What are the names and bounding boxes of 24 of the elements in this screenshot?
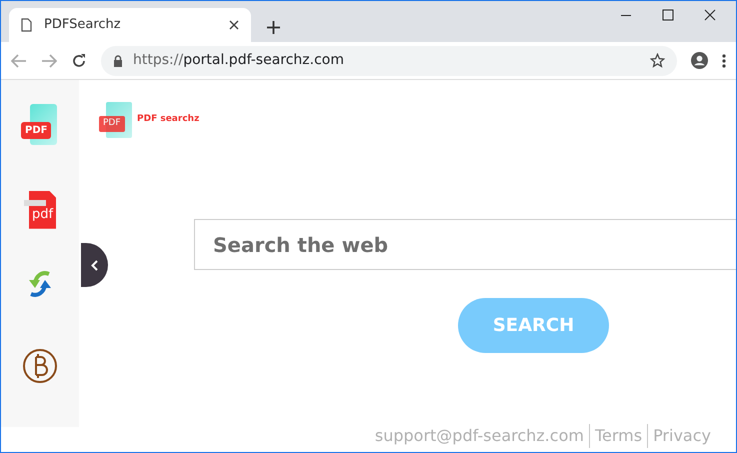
url-scheme: https:// [133,52,184,68]
site-logo[interactable]: PDF PDF searchz [99,102,736,138]
url-text: portal.pdf-searchz.com [183,52,344,68]
star-icon[interactable] [650,53,665,68]
tab-title: PDFSearchz [44,16,122,34]
chevron-left-icon [91,260,98,270]
close-icon[interactable] [704,9,716,21]
new-tab-icon[interactable] [267,21,280,34]
maximize-icon[interactable] [662,9,674,21]
search-field[interactable]: Search the web [194,219,736,270]
collapse-button[interactable] [81,243,108,287]
page-icon [21,18,32,32]
browser-tab[interactable]: PDFSearchz [9,8,251,42]
reload-icon[interactable] [71,52,87,68]
address-bar[interactable]: https://portal.pdf-searchz.com [101,46,677,76]
close-icon[interactable] [229,20,239,30]
footer-link[interactable]: Privacy [647,424,716,448]
bitcoin-coin-icon[interactable] [22,346,58,384]
lock-icon [113,54,123,66]
logo-text: PDF searchz [137,113,200,126]
account-icon[interactable] [691,52,708,69]
footer-link[interactable]: Terms [588,424,648,448]
menu-icon[interactable] [722,54,726,68]
footer-link[interactable]: support@pdf-searchz.com [370,424,589,448]
